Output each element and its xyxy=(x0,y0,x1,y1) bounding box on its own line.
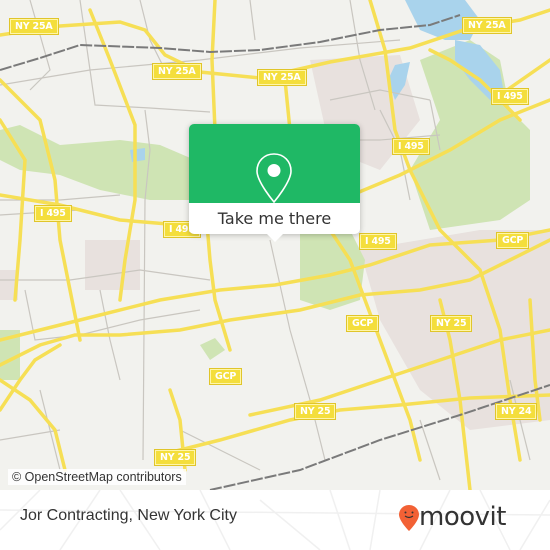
map-pin-icon xyxy=(256,153,292,204)
footer: Jor Contracting, New York City moovit xyxy=(0,490,550,550)
road-shield-ny25: NY 25 xyxy=(155,450,196,465)
road-shield-i495: I 495 xyxy=(393,139,429,154)
park xyxy=(200,338,225,360)
road-shield-ny25: NY 25 xyxy=(295,404,336,419)
road-shield-ny25a: NY 25A xyxy=(463,18,511,33)
take-me-there-button[interactable]: Take me there xyxy=(189,203,360,234)
popup-header xyxy=(189,124,360,204)
location-popup: Take me there xyxy=(189,124,360,234)
map-attribution[interactable]: © OpenStreetMap contributors xyxy=(8,469,186,485)
road-shield-ny24: NY 24 xyxy=(496,404,537,419)
moovit-pin-logo-icon xyxy=(399,505,419,531)
park xyxy=(0,125,195,200)
road-shield-gcp: GCP xyxy=(210,369,242,384)
road-shield-ny25a: NY 25A xyxy=(10,19,58,34)
road-shield-i495: I 495 xyxy=(35,206,71,221)
map[interactable]: NY 25A NY 25A NY 25A NY 25A I 495 I 495 … xyxy=(0,0,550,490)
road-shield-i495: I 495 xyxy=(360,234,396,249)
road-shield-ny25: NY 25 xyxy=(431,316,472,331)
popup-pointer xyxy=(266,233,284,242)
road-shield-ny25a: NY 25A xyxy=(258,70,306,85)
road-shield-gcp: GCP xyxy=(497,233,529,248)
place-name: Jor Contracting, New York City xyxy=(20,507,237,524)
water xyxy=(130,148,145,162)
road-shield-i495: I 495 xyxy=(492,89,528,104)
urban-area xyxy=(85,240,140,290)
road-shield-ny25a: NY 25A xyxy=(153,64,201,79)
road-shield-gcp: GCP xyxy=(347,316,379,331)
moovit-wordmark: moovit xyxy=(419,502,506,532)
